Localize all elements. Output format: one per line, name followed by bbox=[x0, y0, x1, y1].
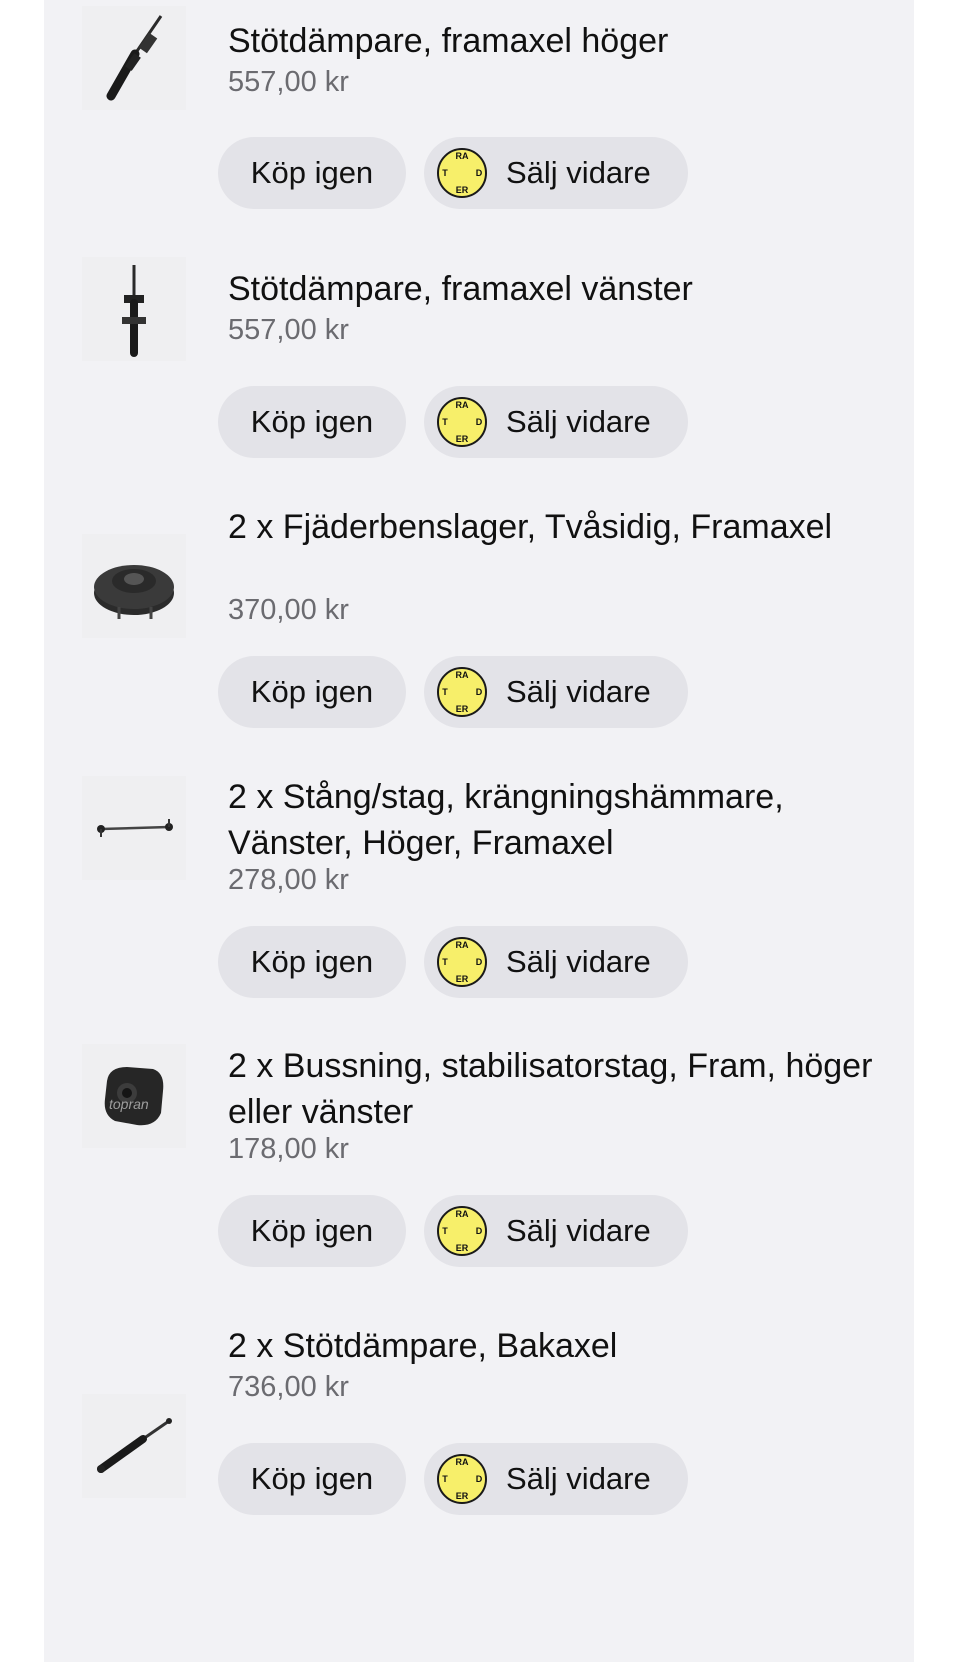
strut-mount-icon bbox=[94, 565, 174, 619]
svg-text:T: T bbox=[442, 687, 448, 697]
product-image-front-shock-right[interactable] bbox=[82, 6, 186, 110]
tradera-logo-icon: RA D ER T bbox=[436, 396, 488, 448]
svg-text:T: T bbox=[442, 1474, 448, 1484]
tradera-logo-icon: RA D ER T bbox=[436, 936, 488, 988]
resell-label: Sälj vidare bbox=[506, 674, 651, 709]
item-price: 370,00 kr bbox=[228, 594, 349, 626]
item-price: 557,00 kr bbox=[228, 314, 349, 346]
tradera-logo-icon: RA D ER T bbox=[436, 1453, 488, 1505]
resell-label: Sälj vidare bbox=[506, 404, 651, 439]
tradera-logo-icon: RA D ER T bbox=[436, 147, 488, 199]
item-title[interactable]: Stötdämpare, framaxel vänster bbox=[228, 266, 878, 312]
svg-text:ER: ER bbox=[456, 1243, 469, 1253]
svg-text:RA: RA bbox=[456, 670, 469, 680]
product-image-rear-shock[interactable] bbox=[82, 1394, 186, 1498]
svg-text:ER: ER bbox=[456, 434, 469, 444]
shock-absorber-icon bbox=[97, 1418, 172, 1473]
item-title[interactable]: 2 x Bussning, stabilisatorstag, Fram, hö… bbox=[228, 1043, 878, 1135]
bushing-icon: topran bbox=[104, 1067, 164, 1126]
resell-label: Sälj vidare bbox=[506, 1213, 651, 1248]
resell-button[interactable]: RA D ER T Sälj vidare bbox=[424, 386, 688, 458]
item-title[interactable]: 2 x Stång/stag, krängningshämmare, Vänst… bbox=[228, 774, 878, 866]
svg-text:ER: ER bbox=[456, 974, 469, 984]
product-image-stabilizer-bushing[interactable]: topran bbox=[82, 1044, 186, 1148]
svg-text:T: T bbox=[442, 957, 448, 967]
item-title[interactable]: 2 x Stötdämpare, Bakaxel bbox=[228, 1323, 878, 1369]
resell-label: Sälj vidare bbox=[506, 944, 651, 979]
tradera-logo-icon: RA D ER T bbox=[436, 1205, 488, 1257]
svg-text:RA: RA bbox=[456, 1209, 469, 1219]
svg-text:RA: RA bbox=[456, 940, 469, 950]
resell-button[interactable]: RA D ER T Sälj vidare bbox=[424, 1443, 688, 1515]
item-price: 557,00 kr bbox=[228, 66, 349, 98]
svg-text:D: D bbox=[476, 417, 483, 427]
svg-text:T: T bbox=[442, 1226, 448, 1236]
item-title[interactable]: 2 x Fjäderbenslager, Tvåsidig, Framaxel bbox=[228, 504, 878, 550]
svg-text:topran: topran bbox=[109, 1096, 149, 1112]
shock-absorber-icon bbox=[122, 265, 146, 357]
item-price: 278,00 kr bbox=[228, 864, 349, 896]
resell-button[interactable]: RA D ER T Sälj vidare bbox=[424, 1195, 688, 1267]
resell-button[interactable]: RA D ER T Sälj vidare bbox=[424, 926, 688, 998]
item-price: 736,00 kr bbox=[228, 1371, 349, 1403]
svg-text:ER: ER bbox=[456, 185, 469, 195]
buy-again-button[interactable]: Köp igen bbox=[218, 926, 406, 998]
buy-again-button[interactable]: Köp igen bbox=[218, 137, 406, 209]
svg-text:T: T bbox=[442, 168, 448, 178]
resell-button[interactable]: RA D ER T Sälj vidare bbox=[424, 137, 688, 209]
svg-text:RA: RA bbox=[456, 151, 469, 161]
svg-text:D: D bbox=[476, 687, 483, 697]
item-title[interactable]: Stötdämpare, framaxel höger bbox=[228, 18, 878, 64]
buy-again-button[interactable]: Köp igen bbox=[218, 1443, 406, 1515]
resell-button[interactable]: RA D ER T Sälj vidare bbox=[424, 656, 688, 728]
shock-absorber-icon bbox=[106, 15, 163, 101]
product-image-front-shock-left[interactable] bbox=[82, 257, 186, 361]
svg-text:T: T bbox=[442, 417, 448, 427]
resell-label: Sälj vidare bbox=[506, 1461, 651, 1496]
svg-text:D: D bbox=[476, 1474, 483, 1484]
tradera-logo-icon: RA D ER T bbox=[436, 666, 488, 718]
svg-text:D: D bbox=[476, 957, 483, 967]
svg-text:ER: ER bbox=[456, 704, 469, 714]
order-items-panel: Stötdämpare, framaxel höger 557,00 kr Kö… bbox=[44, 0, 914, 1662]
svg-text:RA: RA bbox=[456, 400, 469, 410]
svg-text:D: D bbox=[476, 1226, 483, 1236]
svg-text:D: D bbox=[476, 168, 483, 178]
item-price: 178,00 kr bbox=[228, 1133, 349, 1165]
product-image-strut-mount[interactable] bbox=[82, 534, 186, 638]
product-image-stabilizer-link[interactable] bbox=[82, 776, 186, 880]
buy-again-button[interactable]: Köp igen bbox=[218, 386, 406, 458]
resell-label: Sälj vidare bbox=[506, 155, 651, 190]
buy-again-button[interactable]: Köp igen bbox=[218, 1195, 406, 1267]
svg-text:RA: RA bbox=[456, 1457, 469, 1467]
stabilizer-link-icon bbox=[97, 819, 173, 837]
svg-text:ER: ER bbox=[456, 1491, 469, 1501]
buy-again-button[interactable]: Köp igen bbox=[218, 656, 406, 728]
